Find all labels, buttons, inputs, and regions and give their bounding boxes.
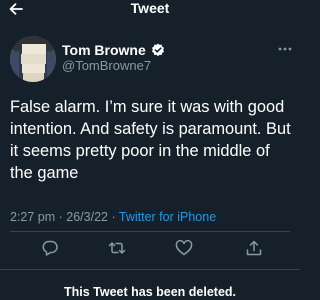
tweet-time[interactable]: 2:27 pm (10, 210, 55, 224)
divider (0, 269, 300, 270)
tweet-source-link[interactable]: Twitter for iPhone (119, 210, 216, 224)
like-button[interactable] (174, 238, 194, 258)
author-name-text: Tom Browne (62, 42, 146, 58)
heart-icon (175, 239, 193, 256)
tweet-detail-screen: Tweet Tom Browne @TomBrowne7 False alarm… (0, 0, 300, 300)
reply-button[interactable] (40, 238, 60, 258)
page-title: Tweet (130, 0, 170, 16)
divider (10, 231, 290, 232)
top-bar: Tweet (0, 0, 300, 18)
tweet-date[interactable]: 26/3/22 (66, 210, 108, 224)
verified-badge-icon (151, 43, 164, 57)
tweet-meta: 2:27 pm · 26/3/22 · Twitter for iPhone (10, 209, 216, 225)
meta-separator: · (108, 210, 119, 224)
author-name[interactable]: Tom Browne (62, 42, 165, 58)
retweet-button[interactable] (107, 238, 127, 258)
more-options-icon[interactable] (277, 44, 293, 54)
avatar[interactable] (10, 36, 56, 82)
deleted-tweet-notice: This Tweet has been deleted. (63, 285, 237, 299)
reply-icon (42, 240, 58, 256)
author-handle[interactable]: @TomBrowne7 (62, 58, 151, 74)
share-icon (246, 240, 262, 256)
meta-separator: · (55, 210, 67, 224)
retweet-icon (108, 242, 126, 254)
share-button[interactable] (244, 238, 264, 258)
tweet-text: False alarm. I’m sure it was with good i… (10, 98, 291, 182)
avatar-photo (10, 36, 56, 82)
